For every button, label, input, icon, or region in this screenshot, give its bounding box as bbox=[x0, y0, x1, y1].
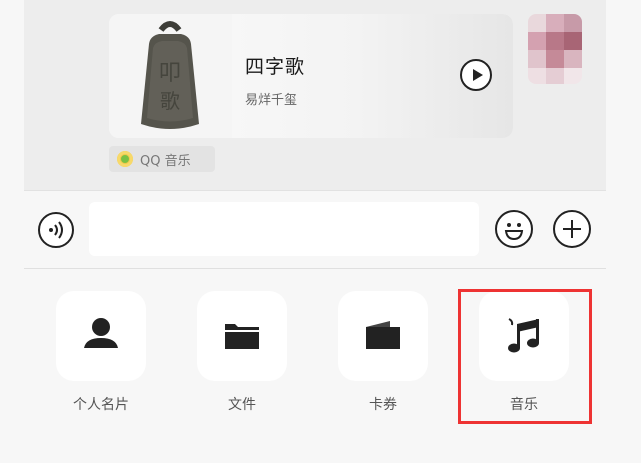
qq-music-icon bbox=[117, 151, 133, 167]
source-badge[interactable]: QQ 音乐 bbox=[109, 146, 215, 172]
highlight-box bbox=[458, 289, 592, 424]
wallet-icon bbox=[366, 321, 400, 349]
bell-album-icon: 叩 歌 bbox=[109, 14, 232, 138]
person-icon bbox=[84, 318, 118, 348]
avatar[interactable] bbox=[528, 14, 582, 84]
action-label-wallet: 卡券 bbox=[369, 397, 397, 413]
song-title: 四字歌 bbox=[245, 56, 306, 78]
divider bbox=[24, 268, 606, 269]
voice-icon bbox=[49, 221, 63, 239]
action-label-file: 文件 bbox=[228, 397, 256, 413]
song-artist: 易烊千玺 bbox=[245, 93, 298, 108]
action-label-contact-card: 个人名片 bbox=[73, 397, 129, 413]
music-card[interactable]: 叩 歌 bbox=[109, 14, 513, 138]
svg-text:叩: 叩 bbox=[159, 61, 181, 86]
emoji-button[interactable] bbox=[495, 210, 533, 248]
play-button[interactable] bbox=[460, 59, 492, 91]
album-art: 叩 歌 bbox=[109, 14, 232, 138]
smiley-icon bbox=[504, 223, 524, 241]
action-wallet[interactable] bbox=[338, 291, 428, 381]
more-button[interactable] bbox=[553, 210, 591, 248]
action-file[interactable] bbox=[197, 291, 287, 381]
action-contact-card[interactable] bbox=[56, 291, 146, 381]
voice-input-button[interactable] bbox=[38, 212, 74, 248]
folder-icon bbox=[225, 324, 259, 349]
source-label: QQ 音乐 bbox=[140, 154, 191, 169]
svg-text:歌: 歌 bbox=[160, 89, 180, 113]
message-input[interactable] bbox=[89, 202, 479, 256]
divider bbox=[24, 190, 606, 191]
